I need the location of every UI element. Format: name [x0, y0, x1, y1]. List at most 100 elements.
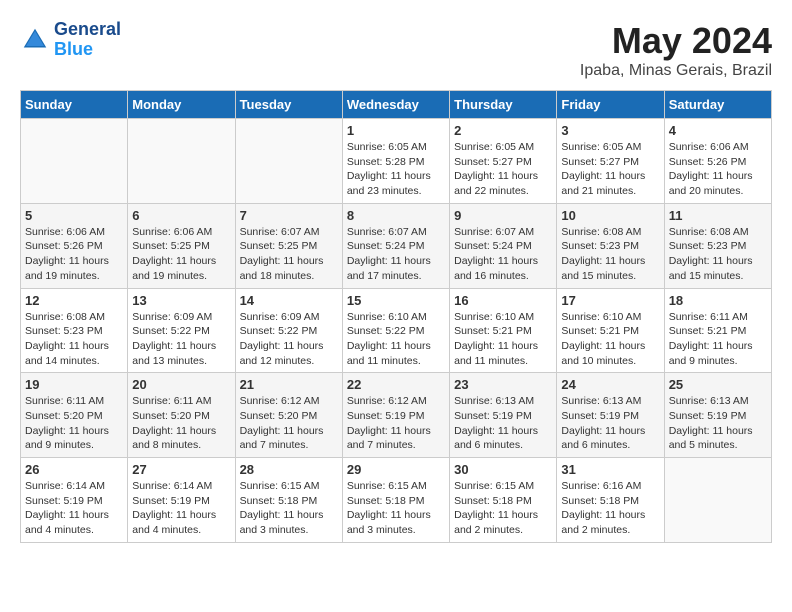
day-number: 29	[347, 462, 445, 477]
calendar-cell: 6 Sunrise: 6:06 AM Sunset: 5:25 PM Daylig…	[128, 203, 235, 288]
day-number: 1	[347, 123, 445, 138]
calendar-cell: 13 Sunrise: 6:09 AM Sunset: 5:22 PM Dayli…	[128, 288, 235, 373]
day-number: 4	[669, 123, 767, 138]
day-info: Sunrise: 6:06 AM Sunset: 5:26 PM Dayligh…	[669, 140, 767, 199]
day-number: 14	[240, 293, 338, 308]
day-info: Sunrise: 6:11 AM Sunset: 5:20 PM Dayligh…	[132, 394, 230, 453]
day-number: 19	[25, 377, 123, 392]
week-row-2: 12 Sunrise: 6:08 AM Sunset: 5:23 PM Dayli…	[21, 288, 772, 373]
day-number: 9	[454, 208, 552, 223]
week-row-3: 19 Sunrise: 6:11 AM Sunset: 5:20 PM Dayli…	[21, 373, 772, 458]
weekday-header-row: SundayMondayTuesdayWednesdayThursdayFrid…	[21, 91, 772, 119]
day-number: 7	[240, 208, 338, 223]
day-info: Sunrise: 6:13 AM Sunset: 5:19 PM Dayligh…	[561, 394, 659, 453]
day-number: 8	[347, 208, 445, 223]
day-info: Sunrise: 6:11 AM Sunset: 5:21 PM Dayligh…	[669, 310, 767, 369]
day-number: 10	[561, 208, 659, 223]
day-info: Sunrise: 6:08 AM Sunset: 5:23 PM Dayligh…	[25, 310, 123, 369]
day-number: 3	[561, 123, 659, 138]
day-info: Sunrise: 6:13 AM Sunset: 5:19 PM Dayligh…	[669, 394, 767, 453]
day-info: Sunrise: 6:10 AM Sunset: 5:21 PM Dayligh…	[454, 310, 552, 369]
day-number: 23	[454, 377, 552, 392]
day-number: 17	[561, 293, 659, 308]
calendar-cell: 14 Sunrise: 6:09 AM Sunset: 5:22 PM Dayli…	[235, 288, 342, 373]
weekday-header-wednesday: Wednesday	[342, 91, 449, 119]
calendar-cell: 1 Sunrise: 6:05 AM Sunset: 5:28 PM Daylig…	[342, 119, 449, 204]
calendar-cell: 27Sunrise: 6:14 AM Sunset: 5:19 PM Dayli…	[128, 458, 235, 543]
day-info: Sunrise: 6:11 AM Sunset: 5:20 PM Dayligh…	[25, 394, 123, 453]
weekday-header-tuesday: Tuesday	[235, 91, 342, 119]
calendar-cell: 16 Sunrise: 6:10 AM Sunset: 5:21 PM Dayli…	[450, 288, 557, 373]
logo-line1: General	[54, 20, 121, 40]
day-info: Sunrise: 6:05 AM Sunset: 5:27 PM Dayligh…	[454, 140, 552, 199]
logo-text: General Blue	[54, 20, 121, 60]
day-number: 12	[25, 293, 123, 308]
calendar-cell: 9 Sunrise: 6:07 AM Sunset: 5:24 PM Daylig…	[450, 203, 557, 288]
logo-line2: Blue	[54, 40, 121, 60]
day-number: 26	[25, 462, 123, 477]
calendar-cell: 8 Sunrise: 6:07 AM Sunset: 5:24 PM Daylig…	[342, 203, 449, 288]
calendar-cell: 15Sunrise: 6:10 AM Sunset: 5:22 PM Dayli…	[342, 288, 449, 373]
calendar-cell: 7Sunrise: 6:07 AM Sunset: 5:25 PM Daylig…	[235, 203, 342, 288]
calendar-cell: 30Sunrise: 6:15 AM Sunset: 5:18 PM Dayli…	[450, 458, 557, 543]
page-header: General Blue May 2024 Ipaba, Minas Gerai…	[20, 20, 772, 80]
day-info: Sunrise: 6:15 AM Sunset: 5:18 PM Dayligh…	[240, 479, 338, 538]
calendar-cell: 24 Sunrise: 6:13 AM Sunset: 5:19 PM Dayli…	[557, 373, 664, 458]
day-info: Sunrise: 6:10 AM Sunset: 5:22 PM Dayligh…	[347, 310, 445, 369]
calendar-cell: 2Sunrise: 6:05 AM Sunset: 5:27 PM Daylig…	[450, 119, 557, 204]
calendar-cell: 4 Sunrise: 6:06 AM Sunset: 5:26 PM Daylig…	[664, 119, 771, 204]
day-info: Sunrise: 6:07 AM Sunset: 5:24 PM Dayligh…	[347, 225, 445, 284]
weekday-header-friday: Friday	[557, 91, 664, 119]
day-info: Sunrise: 6:08 AM Sunset: 5:23 PM Dayligh…	[669, 225, 767, 284]
calendar-cell: 19 Sunrise: 6:11 AM Sunset: 5:20 PM Dayli…	[21, 373, 128, 458]
title-section: May 2024 Ipaba, Minas Gerais, Brazil	[580, 20, 772, 80]
calendar-cell: 22 Sunrise: 6:12 AM Sunset: 5:19 PM Dayli…	[342, 373, 449, 458]
day-number: 21	[240, 377, 338, 392]
day-number: 6	[132, 208, 230, 223]
week-row-0: 1 Sunrise: 6:05 AM Sunset: 5:28 PM Daylig…	[21, 119, 772, 204]
day-number: 11	[669, 208, 767, 223]
calendar-cell	[235, 119, 342, 204]
logo: General Blue	[20, 20, 121, 60]
day-info: Sunrise: 6:07 AM Sunset: 5:24 PM Dayligh…	[454, 225, 552, 284]
day-info: Sunrise: 6:06 AM Sunset: 5:25 PM Dayligh…	[132, 225, 230, 284]
day-info: Sunrise: 6:14 AM Sunset: 5:19 PM Dayligh…	[132, 479, 230, 538]
day-info: Sunrise: 6:05 AM Sunset: 5:28 PM Dayligh…	[347, 140, 445, 199]
day-info: Sunrise: 6:12 AM Sunset: 5:19 PM Dayligh…	[347, 394, 445, 453]
calendar-cell: 29 Sunrise: 6:15 AM Sunset: 5:18 PM Dayli…	[342, 458, 449, 543]
day-number: 18	[669, 293, 767, 308]
day-info: Sunrise: 6:16 AM Sunset: 5:18 PM Dayligh…	[561, 479, 659, 538]
day-number: 22	[347, 377, 445, 392]
day-number: 30	[454, 462, 552, 477]
day-info: Sunrise: 6:09 AM Sunset: 5:22 PM Dayligh…	[240, 310, 338, 369]
day-number: 20	[132, 377, 230, 392]
calendar-cell	[664, 458, 771, 543]
calendar-cell: 11 Sunrise: 6:08 AM Sunset: 5:23 PM Dayli…	[664, 203, 771, 288]
weekday-header-monday: Monday	[128, 91, 235, 119]
day-info: Sunrise: 6:13 AM Sunset: 5:19 PM Dayligh…	[454, 394, 552, 453]
day-number: 31	[561, 462, 659, 477]
week-row-1: 5Sunrise: 6:06 AM Sunset: 5:26 PM Daylig…	[21, 203, 772, 288]
location: Ipaba, Minas Gerais, Brazil	[580, 62, 772, 80]
calendar-cell: 17Sunrise: 6:10 AM Sunset: 5:21 PM Dayli…	[557, 288, 664, 373]
weekday-header-thursday: Thursday	[450, 91, 557, 119]
calendar-cell: 25Sunrise: 6:13 AM Sunset: 5:19 PM Dayli…	[664, 373, 771, 458]
day-info: Sunrise: 6:09 AM Sunset: 5:22 PM Dayligh…	[132, 310, 230, 369]
calendar-cell: 21 Sunrise: 6:12 AM Sunset: 5:20 PM Dayli…	[235, 373, 342, 458]
month-year: May 2024	[580, 20, 772, 62]
day-number: 13	[132, 293, 230, 308]
calendar-cell: 20 Sunrise: 6:11 AM Sunset: 5:20 PM Dayli…	[128, 373, 235, 458]
day-number: 16	[454, 293, 552, 308]
day-number: 24	[561, 377, 659, 392]
day-info: Sunrise: 6:05 AM Sunset: 5:27 PM Dayligh…	[561, 140, 659, 199]
calendar-cell	[128, 119, 235, 204]
day-info: Sunrise: 6:15 AM Sunset: 5:18 PM Dayligh…	[347, 479, 445, 538]
day-number: 28	[240, 462, 338, 477]
day-info: Sunrise: 6:08 AM Sunset: 5:23 PM Dayligh…	[561, 225, 659, 284]
logo-icon	[20, 25, 50, 55]
week-row-4: 26 Sunrise: 6:14 AM Sunset: 5:19 PM Dayli…	[21, 458, 772, 543]
calendar-cell: 28 Sunrise: 6:15 AM Sunset: 5:18 PM Dayli…	[235, 458, 342, 543]
weekday-header-saturday: Saturday	[664, 91, 771, 119]
day-info: Sunrise: 6:12 AM Sunset: 5:20 PM Dayligh…	[240, 394, 338, 453]
weekday-header-sunday: Sunday	[21, 91, 128, 119]
